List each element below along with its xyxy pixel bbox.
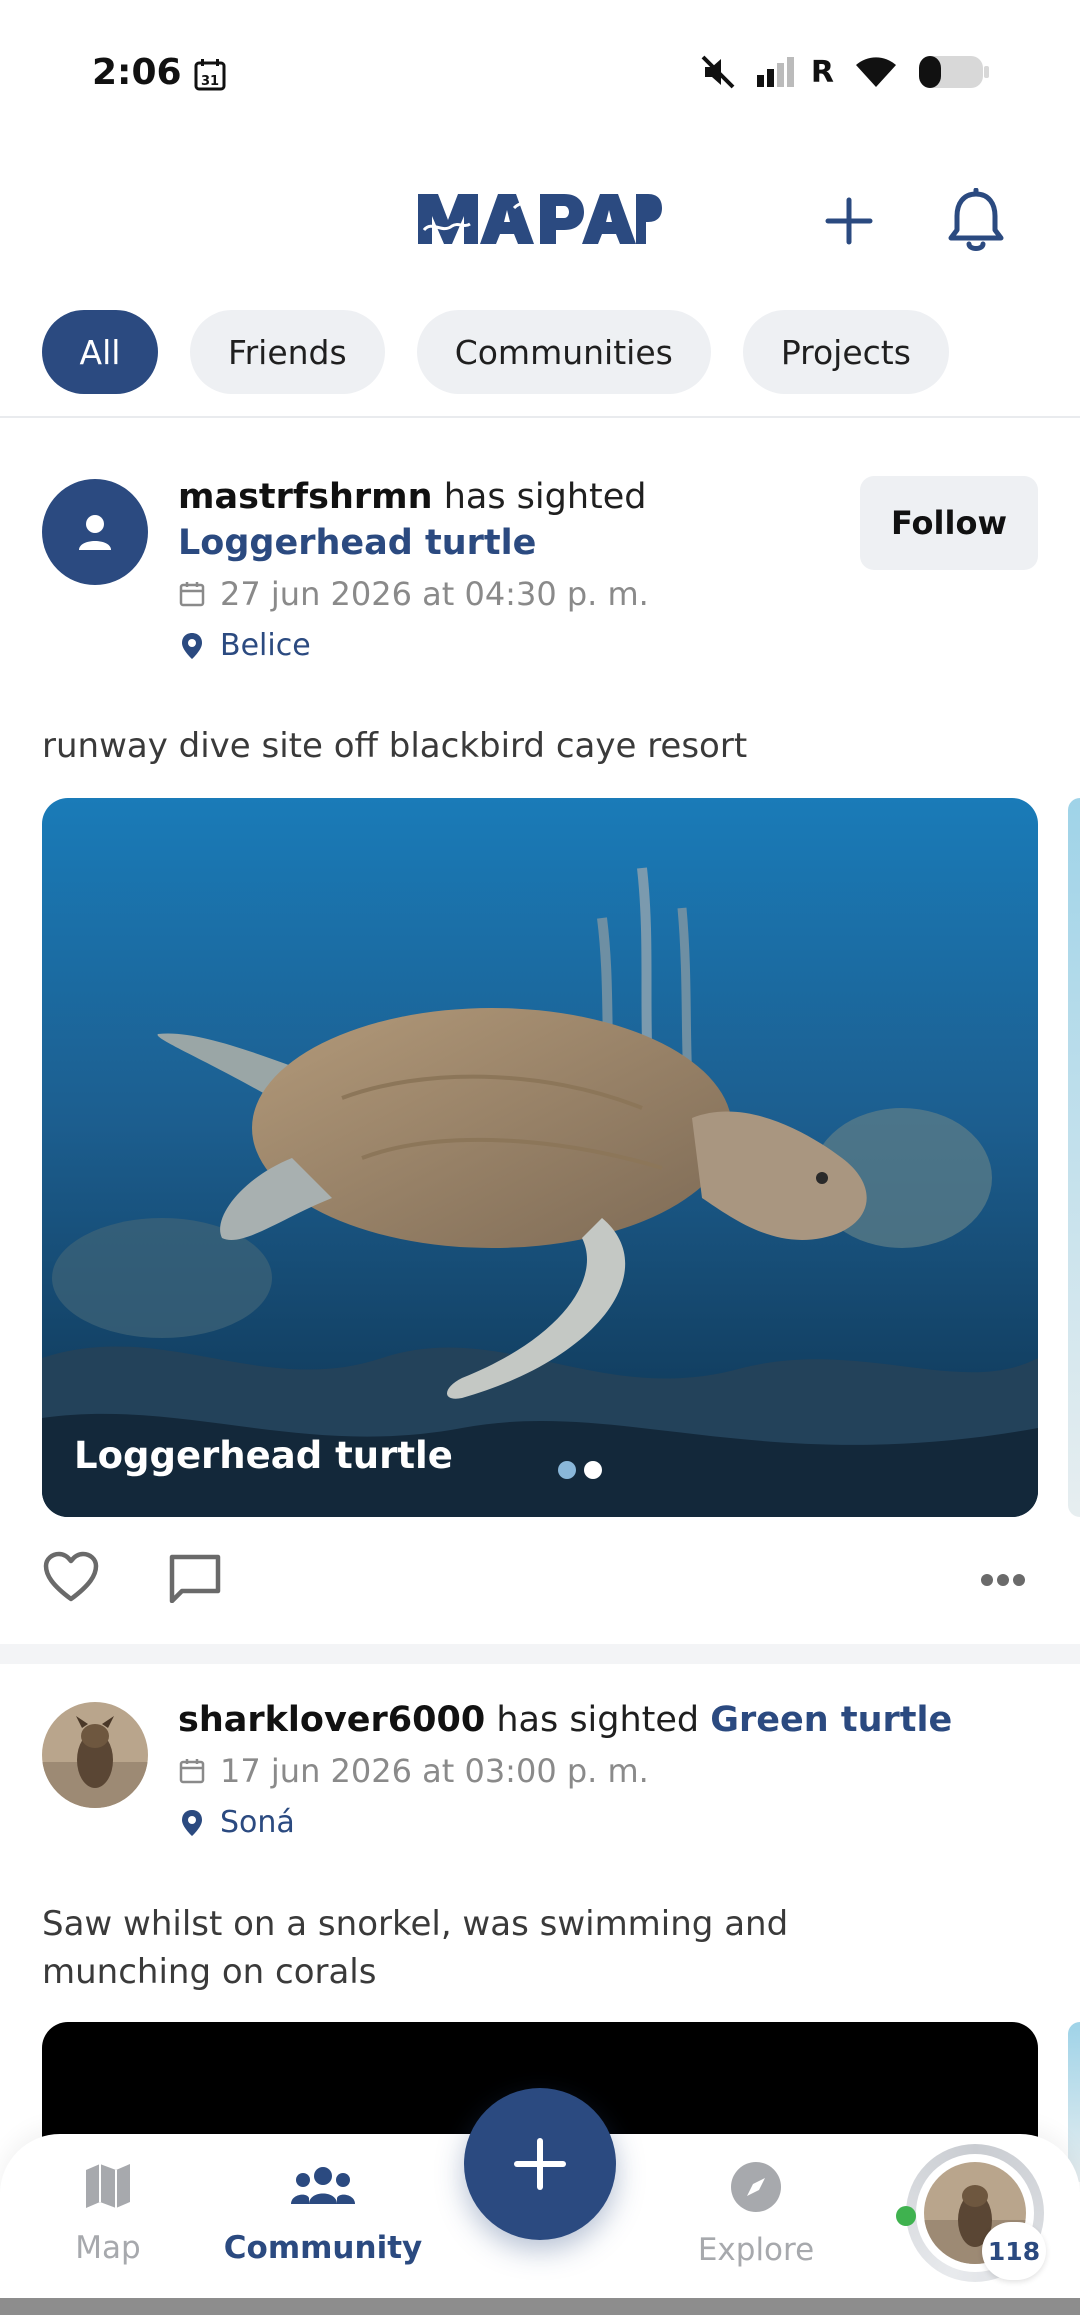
people-icon: [291, 2167, 355, 2204]
calendar-day-text: 31: [201, 74, 219, 89]
chips-divider: [0, 416, 1080, 418]
post-photo[interactable]: Loggerhead turtle: [42, 798, 1038, 1517]
status-indicators: R: [701, 54, 990, 90]
calendar-icon: [179, 582, 205, 607]
system-home-bar: [0, 2298, 1080, 2315]
post-header: sharklover6000 has sighted Green turtle …: [178, 1697, 952, 1845]
map-icon: [86, 2164, 130, 2208]
notifications-bell-icon[interactable]: [945, 188, 1007, 254]
post-username[interactable]: sharklover6000: [178, 1700, 485, 1740]
battery-icon: [919, 56, 989, 88]
status-time: 2:06: [92, 52, 182, 93]
post-header: mastrfshrmn has sighted Loggerhead turtl…: [178, 474, 649, 668]
post-action-text: has sighted: [443, 477, 647, 517]
post-location-text: Belice: [220, 628, 311, 663]
mute-icon: [701, 55, 735, 89]
pagination-dot[interactable]: [584, 1461, 602, 1479]
filter-chip-all[interactable]: All: [42, 310, 158, 394]
online-status-dot: [896, 2206, 916, 2226]
calendar-icon: [179, 1759, 205, 1784]
post-separator: [0, 1644, 1080, 1664]
photo-species-label: Loggerhead turtle: [74, 1434, 453, 1477]
nav-explore-label: Explore: [697, 2232, 815, 2268]
app-header: [0, 170, 1080, 280]
post-location[interactable]: Soná: [178, 1801, 952, 1845]
post-date: 27 jun 2026 at 04:30 p. m.: [178, 572, 649, 616]
compass-icon: [731, 2162, 781, 2212]
follow-button[interactable]: Follow: [860, 476, 1038, 570]
location-pin-icon: [182, 633, 202, 659]
nav-community[interactable]: Community: [224, 2160, 422, 2266]
person-icon: [79, 515, 111, 550]
app-logo: [418, 194, 662, 244]
calendar-notification-icon: 31: [194, 59, 226, 91]
user-avatar[interactable]: [42, 1702, 148, 1808]
post-location-text: Soná: [220, 1805, 295, 1840]
filter-chip-friends[interactable]: Friends: [190, 310, 385, 394]
post-action-text: has sighted: [496, 1700, 700, 1740]
pagination-dot-active[interactable]: [558, 1461, 576, 1479]
like-heart-icon[interactable]: [42, 1551, 100, 1603]
wifi-icon: [856, 57, 896, 87]
user-avatar[interactable]: [42, 479, 148, 585]
dog-avatar-photo: [42, 1702, 148, 1808]
post-species-link[interactable]: Loggerhead turtle: [178, 523, 536, 563]
nav-map[interactable]: Map: [13, 2160, 203, 2266]
location-pin-icon: [182, 1810, 202, 1836]
post-username[interactable]: mastrfshrmn: [178, 477, 433, 517]
nav-explore[interactable]: Explore: [661, 2160, 851, 2268]
next-photo-peek[interactable]: [1068, 2022, 1080, 2182]
nav-map-label: Map: [75, 2230, 141, 2266]
more-options-icon[interactable]: [980, 1573, 1026, 1587]
post-species-link[interactable]: Green turtle: [710, 1700, 952, 1740]
post-location[interactable]: Belice: [178, 624, 649, 668]
signal-roaming-label: R: [810, 54, 834, 90]
create-sighting-button[interactable]: [464, 2088, 616, 2240]
post-title-line: mastrfshrmn has sighted: [178, 474, 649, 520]
post-caption: Saw whilst on a snorkel, was swimming an…: [42, 1904, 789, 1992]
filter-chips: All Friends Communities Projects: [42, 310, 949, 394]
nav-community-label: Community: [223, 2230, 423, 2266]
signal-icon: [756, 57, 794, 87]
filter-chip-projects[interactable]: Projects: [742, 310, 949, 394]
next-photo-peek[interactable]: [1068, 798, 1080, 1517]
post-date: 17 jun 2026 at 03:00 p. m.: [178, 1749, 952, 1793]
post-actions: [42, 1545, 1038, 1615]
post-title-line: sharklover6000 has sighted Green turtle: [178, 1697, 952, 1743]
filter-chip-communities[interactable]: Communities: [416, 310, 711, 394]
plus-icon: [514, 2138, 566, 2190]
profile-points-badge: 118: [982, 2222, 1046, 2280]
add-icon[interactable]: [820, 192, 878, 250]
comment-icon[interactable]: [168, 1553, 222, 1603]
photo-pagination: [558, 1461, 602, 1479]
post-caption: runway dive site off blackbird caye reso…: [42, 726, 748, 766]
loggerhead-turtle-photo: [42, 798, 1038, 1517]
post-species-line: Loggerhead turtle: [178, 520, 649, 566]
post-date-text: 17 jun 2026 at 03:00 p. m.: [220, 1752, 649, 1790]
status-bar: 2:06 31 R: [0, 0, 1080, 150]
post-date-text: 27 jun 2026 at 04:30 p. m.: [220, 575, 649, 613]
